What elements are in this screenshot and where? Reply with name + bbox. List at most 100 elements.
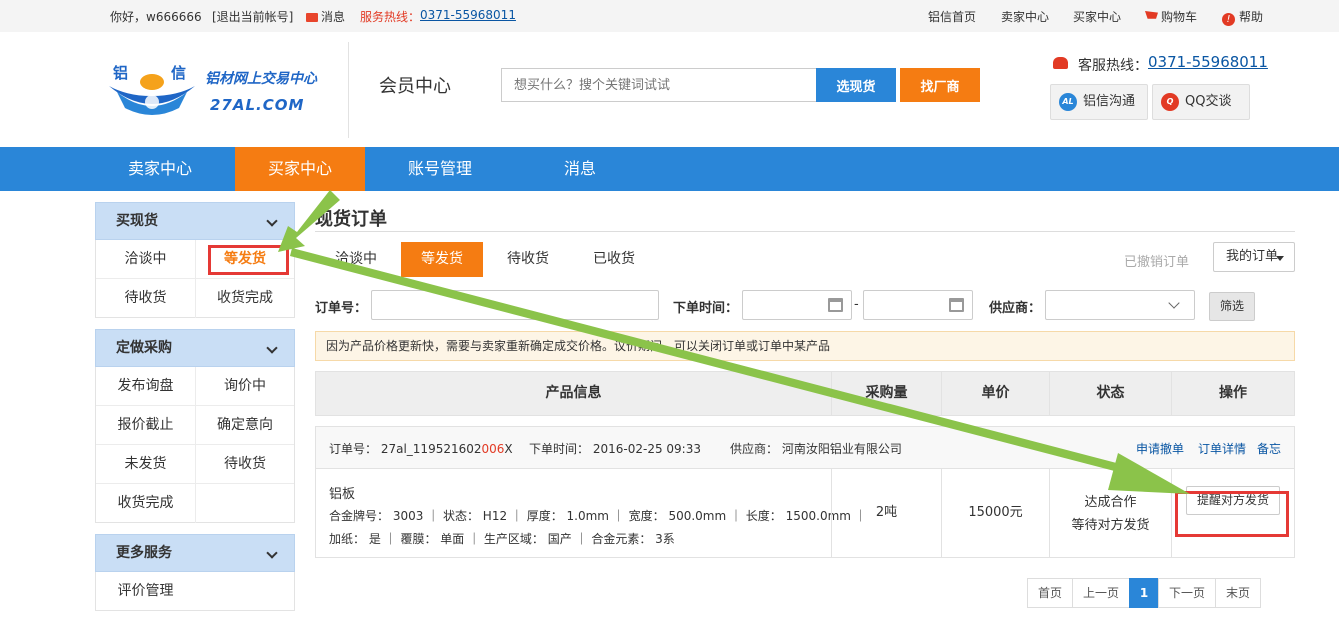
tab-awaiting-receipt[interactable]: 待收货	[487, 242, 569, 277]
status-line-1: 达成合作	[1084, 495, 1137, 510]
site-logo[interactable]: 铝 信	[107, 62, 197, 117]
cart-icon	[1145, 11, 1158, 19]
price-notice-banner: 因为产品价格更新快，需要与卖家重新确定成交价格。议价期间，可以关闭订单或订单中某…	[315, 331, 1295, 361]
order-details-link[interactable]: 订单详情	[1198, 440, 1246, 457]
col-actions: 操作	[1171, 372, 1294, 415]
page-title: 现货订单	[315, 209, 387, 230]
order-no-input[interactable]	[371, 290, 659, 320]
product-spec-line-1: 合金牌号： 3003 ｜ 状态： H12 ｜ 厚度： 1.0mm ｜ 宽度： 5…	[329, 509, 867, 523]
sidebar-section-more-services[interactable]: 更多服务	[95, 534, 295, 572]
nav-messages[interactable]: 消息	[515, 147, 645, 191]
logo-char-2: 信	[171, 64, 186, 82]
logo-slogan: 铝材网上交易中心	[205, 71, 317, 87]
order-time-label: 下单时间：	[673, 301, 739, 316]
sidebar-item-pending-receipt[interactable]: 待收货	[195, 445, 294, 484]
col-status: 状态	[1049, 372, 1171, 415]
lx-chat-button[interactable]: AL 铝信沟通	[1050, 84, 1148, 120]
sidebar-item-inquiring[interactable]: 询价中	[195, 367, 294, 406]
main-nav: 卖家中心 买家中心 账号管理 消息	[0, 147, 1339, 191]
link-seller-center[interactable]: 卖家中心	[1001, 8, 1049, 25]
nav-account[interactable]: 账号管理	[375, 147, 505, 191]
date-range-dash: -	[854, 297, 859, 312]
annotation-highlight-button	[1175, 491, 1289, 537]
apply-cancel-link[interactable]: 申请撤单	[1136, 440, 1184, 457]
my-orders-dropdown[interactable]: 我的订单	[1213, 242, 1295, 272]
hotline-number[interactable]: 0371-55968011	[1148, 53, 1268, 71]
member-center-title: 会员中心	[379, 76, 451, 97]
help-link[interactable]: ! 帮助	[1222, 8, 1263, 26]
mail-icon	[306, 13, 318, 22]
calendar-icon[interactable]	[949, 298, 964, 312]
order-table-header: 产品信息 采购量 单价 状态 操作	[315, 371, 1295, 416]
supplier-select[interactable]	[1045, 290, 1195, 320]
find-factory-button[interactable]: 找厂商	[900, 68, 980, 102]
sidebar-item-publish-inquiry[interactable]: 发布询盘	[96, 367, 195, 406]
status-cell: 达成合作 等待对方发货	[1049, 469, 1171, 557]
sidebar-item-awaiting-receipt[interactable]: 待收货	[96, 279, 195, 318]
tab-received[interactable]: 已收货	[573, 242, 655, 277]
tab-awaiting-shipment[interactable]: 等发货	[401, 242, 483, 277]
quantity-cell: 2吨	[831, 469, 941, 557]
col-unit-price: 单价	[941, 372, 1049, 415]
nav-seller-center[interactable]: 卖家中心	[95, 147, 225, 191]
caret-down-icon	[1276, 256, 1284, 265]
order-time: 下单时间： 2016-02-25 09:33	[529, 442, 701, 456]
sidebar-item-receipt-complete[interactable]: 收货完成	[96, 484, 195, 523]
sidebar-item-not-shipped[interactable]: 未发货	[96, 445, 195, 484]
sidebar-box-more-services: 评价管理	[95, 572, 295, 611]
order-card: 订单号： 27al_119521602006X 下单时间： 2016-02-25…	[315, 426, 1295, 558]
order-header: 订单号： 27al_119521602006X 下单时间： 2016-02-25…	[316, 427, 1294, 469]
link-home[interactable]: 铝信首页	[928, 8, 976, 25]
price-cell: 15000元	[941, 469, 1049, 557]
page-next[interactable]: 下一页	[1158, 578, 1216, 608]
sidebar-item-review-management[interactable]: 评价管理	[96, 572, 195, 611]
nav-buyer-center[interactable]: 买家中心	[235, 147, 365, 191]
phone-icon	[1053, 57, 1068, 69]
logo-char-1: 铝	[113, 64, 128, 82]
start-date-input[interactable]	[742, 290, 852, 320]
sidebar-section-buy-spot[interactable]: 买现货	[95, 202, 295, 240]
link-buyer-center[interactable]: 买家中心	[1073, 8, 1121, 25]
col-quantity: 采购量	[831, 372, 941, 415]
cart-link[interactable]: 购物车	[1145, 8, 1197, 25]
service-hotline-label: 服务热线：	[360, 10, 421, 24]
order-no-label: 订单号：	[315, 301, 368, 316]
filter-button[interactable]: 筛选	[1209, 292, 1255, 321]
chevron-down-icon	[266, 547, 278, 559]
service-hotline-number[interactable]: 0371-55968011	[420, 8, 516, 22]
qq-chat-button[interactable]: Q QQ交谈	[1152, 84, 1250, 120]
page-first[interactable]: 首页	[1027, 578, 1073, 608]
status-line-2: 等待对方发货	[1071, 518, 1150, 533]
header-divider	[348, 42, 349, 138]
annotation-highlight-sidebar	[208, 245, 289, 275]
sidebar-item-confirm-intent[interactable]: 确定意向	[195, 406, 294, 445]
sidebar-item-quote-closed[interactable]: 报价截止	[96, 406, 195, 445]
sidebar-item-received[interactable]: 收货完成	[195, 279, 294, 318]
greeting-text: 你好，w666666	[110, 10, 202, 24]
search-input[interactable]	[501, 68, 817, 102]
qq-icon: Q	[1161, 93, 1179, 111]
tab-negotiating[interactable]: 洽谈中	[315, 242, 397, 277]
calendar-icon[interactable]	[828, 298, 843, 312]
order-number: 订单号： 27al_119521602006X	[329, 442, 513, 456]
top-utility-bar: 你好，w666666 [退出当前帐号] 消息 服务热线： 0371-559680…	[0, 0, 1339, 32]
sidebar-section-custom-purchase[interactable]: 定做采购	[95, 329, 295, 367]
page-current[interactable]: 1	[1129, 578, 1159, 608]
revoked-orders-link[interactable]: 已撤销订单	[1124, 251, 1189, 270]
product-info-cell: 铝板 合金牌号： 3003 ｜ 状态： H12 ｜ 厚度： 1.0mm ｜ 宽度…	[316, 469, 867, 557]
sidebar-item-negotiating[interactable]: 洽谈中	[96, 240, 195, 279]
product-name: 铝板	[329, 487, 356, 502]
chevron-down-icon	[266, 215, 278, 227]
page-prev[interactable]: 上一页	[1072, 578, 1130, 608]
col-product-info: 产品信息	[545, 385, 602, 401]
logout-link[interactable]: [退出当前帐号]	[212, 8, 293, 25]
chevron-down-icon	[266, 342, 278, 354]
messages-link[interactable]: 消息	[306, 8, 345, 25]
page-last[interactable]: 末页	[1215, 578, 1261, 608]
end-date-input[interactable]	[863, 290, 973, 320]
help-icon: !	[1222, 13, 1235, 26]
select-goods-button[interactable]: 选现货	[816, 68, 896, 102]
memo-link[interactable]: 备忘	[1257, 440, 1281, 457]
logo-domain: 27AL.COM	[210, 96, 305, 114]
sidebar-box-custom-purchase: 发布询盘 询价中 报价截止 确定意向 未发货 待收货 收货完成	[95, 367, 295, 523]
